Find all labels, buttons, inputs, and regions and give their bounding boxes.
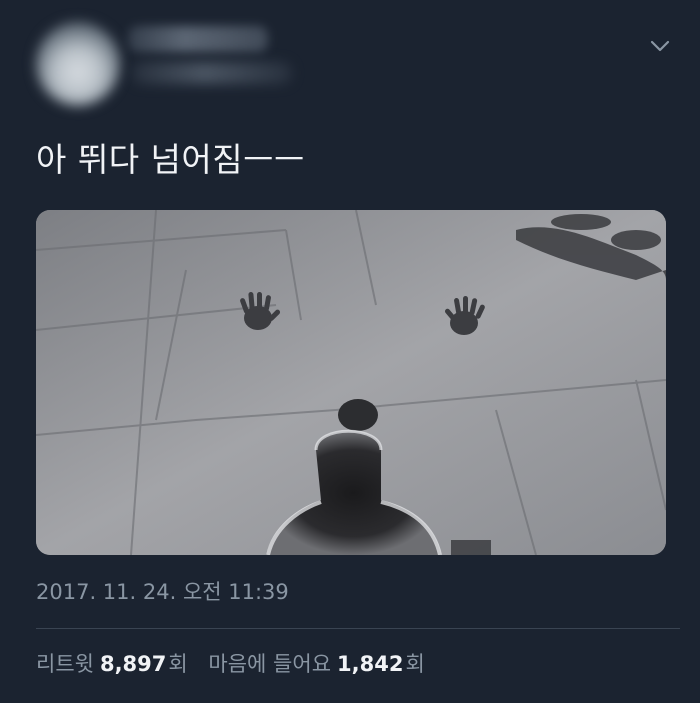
retweets-unit: 회 bbox=[168, 652, 188, 676]
tweet-header bbox=[0, 0, 700, 110]
retweets-label: 리트윗 bbox=[36, 652, 94, 676]
chevron-down-icon[interactable] bbox=[648, 34, 672, 58]
tweet-timestamp[interactable]: 2017. 11. 24. 오전 11:39 bbox=[36, 577, 289, 607]
username-redacted[interactable] bbox=[132, 62, 292, 84]
retweets-stat[interactable]: 리트윗 8,897회 bbox=[36, 648, 188, 680]
likes-label: 마음에 들어요 bbox=[208, 652, 332, 676]
display-name-redacted[interactable] bbox=[128, 26, 268, 52]
engagement-stats: 리트윗 8,897회 마음에 들어요 1,842회 bbox=[36, 648, 439, 680]
tweet-photo[interactable] bbox=[36, 210, 666, 555]
tweet-text: 아 뛰다 넘어짐ㅡㅡ bbox=[36, 140, 305, 179]
avatar[interactable] bbox=[36, 22, 120, 106]
likes-stat[interactable]: 마음에 들어요 1,842회 bbox=[208, 648, 424, 680]
likes-count: 1,842 bbox=[337, 652, 404, 676]
divider bbox=[36, 628, 680, 629]
likes-unit: 회 bbox=[405, 652, 425, 676]
retweets-count: 8,897 bbox=[99, 652, 167, 676]
snow-handprints-photo bbox=[36, 210, 666, 555]
